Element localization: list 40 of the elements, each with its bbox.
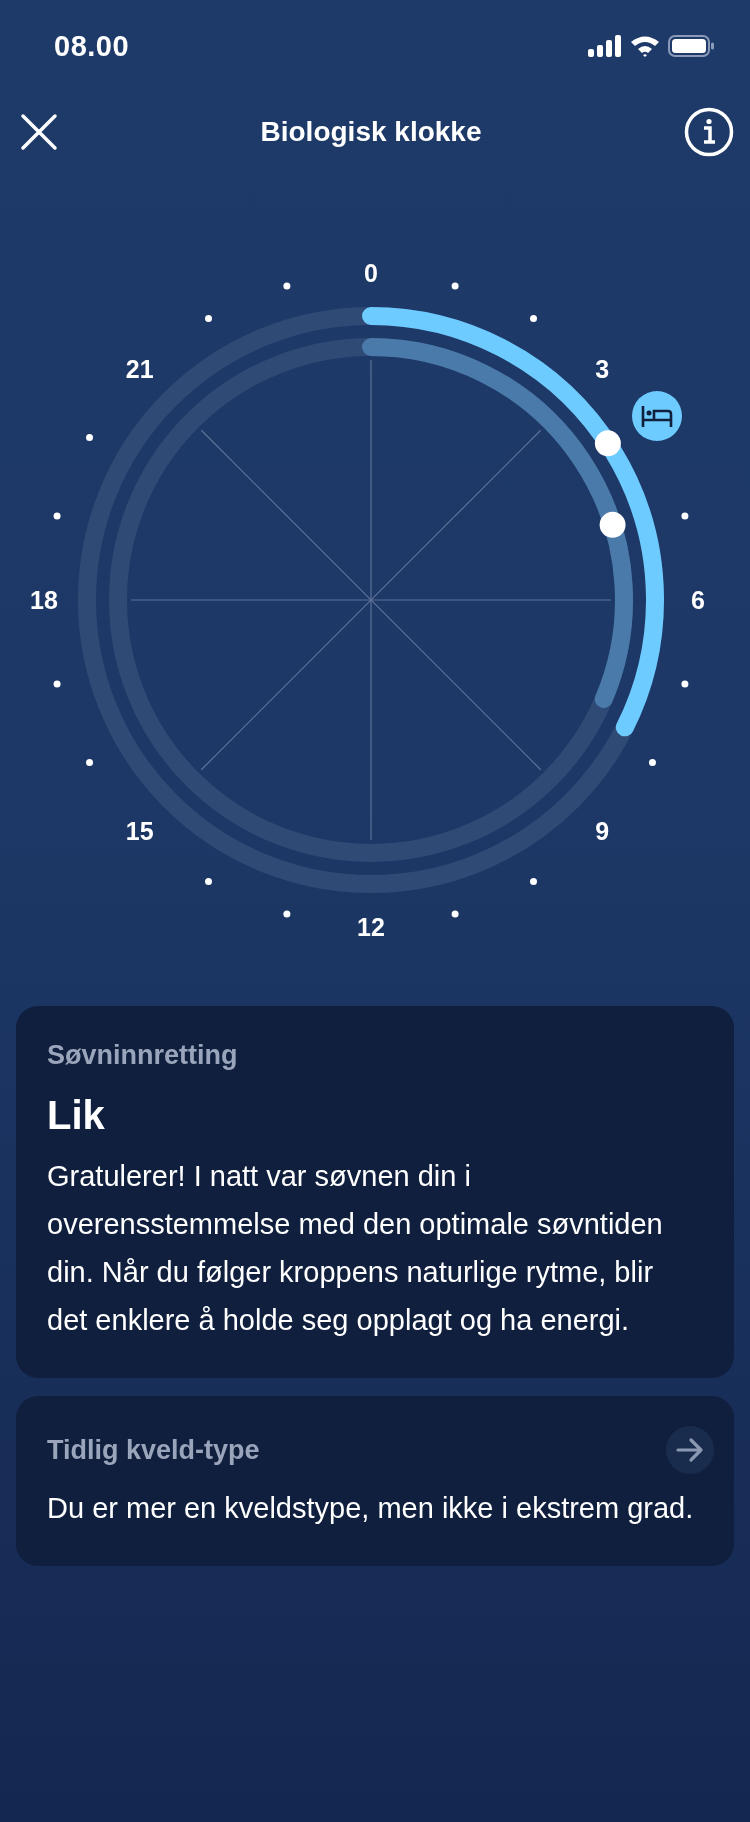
card-text: Du er mer en kveldstype, men ikke i ekstrem grad. [47,1491,695,1526]
wifi-icon [630,35,660,57]
time-marker[interactable] [594,430,621,457]
card-label: Søvninnretting [47,1040,238,1071]
hour-label: 0 [364,259,378,287]
screen-title: Biologisk klokke [260,116,482,148]
status-time: 08.00 [54,29,130,63]
hour-dot [530,877,537,885]
card-text: Gratulerer! I natt var søvnen din i overensstemmelse med den optimale søvntiden din. Når du følger kroppens naturlige rytme, blir det enklere å holde seg opplagt og ha energi. [47,1159,664,1338]
hour-dot [86,434,94,441]
hour-dot [283,282,291,290]
hour-dot [53,512,61,520]
time-marker[interactable] [599,511,626,538]
card-label: Tidlig kveld-type [47,1434,260,1466]
hour-dot [681,680,689,688]
hour-dot [451,282,459,290]
hour-label: 12 [357,913,385,941]
bed-icon [632,391,682,441]
hour-dot [205,877,212,885]
hour-label: 3 [595,354,610,383]
hour-dot [53,680,61,688]
info-card[interactable]: Tidlig kveld-type Du er mer en kveldstype, men ikke i ekstrem grad. [16,1396,734,1566]
hour-label: 15 [125,817,154,846]
hour-dot [86,759,94,766]
hour-dot [283,910,291,918]
hour-label: 9 [595,817,610,846]
hour-dot [681,512,689,520]
info-button[interactable] [684,107,734,157]
hour-dot [205,315,212,323]
hour-dot [530,315,537,323]
hour-label: 18 [30,586,58,614]
card-value: Lik [47,1093,106,1138]
hour-dot [648,759,656,766]
hour-dot [451,910,459,918]
hour-label: 21 [125,354,154,383]
close-button[interactable] [20,113,58,151]
hour-label: 6 [691,586,705,614]
battery-icon [668,35,714,57]
arrow-right-icon[interactable] [666,1426,714,1474]
signal-icon [588,35,622,57]
